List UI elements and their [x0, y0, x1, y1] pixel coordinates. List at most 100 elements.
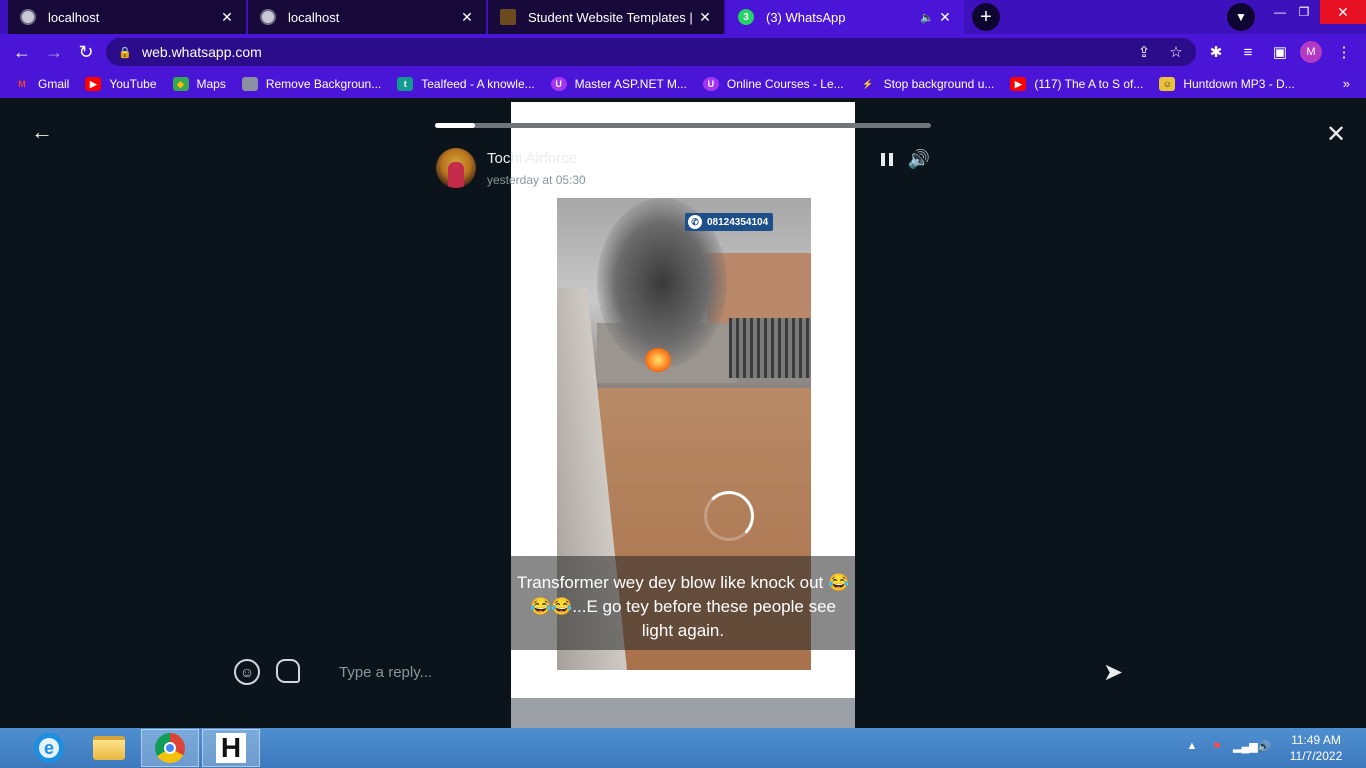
avatar[interactable] [436, 148, 476, 188]
fire-image [645, 348, 671, 372]
clock-date: 11/7/2022 [1289, 749, 1343, 763]
bookmark-label: Huntdown MP3 - D... [1183, 77, 1295, 91]
browser-tab[interactable]: localhost ✕ [8, 0, 246, 34]
globe-icon [260, 9, 276, 25]
youtube-icon: ▶ [85, 77, 102, 91]
media-control-icon[interactable]: ≡ [1234, 38, 1262, 66]
extensions-icon[interactable]: ✱ [1202, 38, 1230, 66]
youtube-icon: ▶ [1010, 77, 1027, 91]
window-close-button[interactable]: ✕ [1320, 0, 1366, 24]
tab-title: Student Website Templates | The [528, 9, 696, 25]
taskbar-internet-explorer[interactable]: e [20, 729, 78, 767]
taskbar-file-explorer[interactable] [80, 729, 138, 767]
reload-button[interactable]: ↻ [72, 38, 100, 66]
lock-icon[interactable]: 🔒 [118, 46, 134, 59]
close-icon[interactable]: ✕ [1322, 120, 1350, 148]
new-tab-button[interactable]: + [972, 3, 1000, 31]
bookmark-huntdown[interactable]: ☺ Huntdown MP3 - D... [1159, 77, 1295, 91]
forward-button[interactable]: → [40, 38, 68, 66]
taskbar-h-app[interactable]: H [202, 729, 260, 767]
folder-icon [93, 736, 125, 760]
chrome-menu-icon[interactable]: ⋮ [1330, 38, 1358, 66]
bookmark-gmail[interactable]: M Gmail [14, 77, 69, 91]
windows-taskbar: e H ▲ ⚑ ▂▄▆ 🔊 11:49 AM 11/7/2022 [0, 728, 1366, 768]
bookmarks-bar: M Gmail ▶ YouTube ◆ Maps Remove Backgroun..… [0, 70, 1366, 98]
sticker-icon[interactable] [276, 659, 300, 683]
browser-tab-active[interactable]: 3 (3) WhatsApp 🔈 ✕ [726, 0, 964, 34]
reply-bar: ☺ ➤ [0, 651, 1366, 693]
loading-spinner-icon [704, 491, 754, 541]
chrome-icon [155, 733, 185, 763]
tab-title: localhost [48, 9, 100, 25]
volume-tray-icon[interactable]: 🔊 [1256, 740, 1272, 753]
bookmark-master-aspnet[interactable]: U Master ASP.NET M... [550, 77, 687, 91]
reply-input[interactable] [330, 655, 1070, 689]
close-tab-icon[interactable]: ✕ [218, 9, 236, 26]
back-arrow-icon[interactable]: ← [30, 119, 54, 144]
browser-toolbar: ← → ↻ 🔒 web.whatsapp.com ⇪ ☆ ✱ ≡ ▣ M ⋮ [0, 34, 1366, 70]
address-bar[interactable]: 🔒 web.whatsapp.com ⇪ ☆ [106, 38, 1196, 66]
gmail-icon: M [18, 79, 26, 89]
pause-icon[interactable] [876, 148, 898, 170]
screen: localhost ✕ localhost ✕ Student Website … [0, 0, 1366, 768]
profile-avatar[interactable]: M [1300, 41, 1322, 63]
internet-explorer-icon: e [34, 733, 64, 763]
bookmark-label: Master ASP.NET M... [574, 77, 687, 91]
bookmark-maps[interactable]: ◆ Maps [172, 77, 226, 91]
close-tab-icon[interactable]: ✕ [696, 9, 714, 26]
huntdown-icon: ☺ [1159, 77, 1176, 91]
bookmark-label: (117) The A to S of... [1034, 77, 1144, 91]
action-center-icon[interactable]: ⚑ [1209, 740, 1225, 753]
browser-tab[interactable]: Student Website Templates | The ✕ [488, 0, 724, 34]
udemy-icon: U [550, 77, 567, 91]
bookmark-a-to-s[interactable]: ▶ (117) The A to S of... [1010, 77, 1143, 91]
bookmark-label: Gmail [38, 77, 70, 91]
watermark: ✆ 08124354104 [685, 213, 774, 231]
back-button[interactable]: ← [8, 38, 36, 66]
taskbar-chrome[interactable] [141, 729, 199, 767]
restore-button[interactable]: ❐ [1286, 0, 1322, 24]
tealfeed-icon: t [397, 77, 414, 91]
close-tab-icon[interactable]: ✕ [936, 9, 954, 26]
h-app-icon: H [216, 732, 246, 763]
bookmark-youtube[interactable]: ▶ YouTube [85, 77, 157, 91]
network-icon[interactable]: ▂▄▆ [1233, 740, 1258, 753]
whatsapp-icon: ✆ [688, 215, 702, 229]
close-tab-icon[interactable]: ✕ [458, 9, 476, 26]
bookmark-remove-background[interactable]: Remove Backgroun... [241, 77, 381, 91]
stop-icon: ⚡ [862, 78, 874, 89]
bookmark-label: YouTube [109, 77, 157, 91]
status-author[interactable]: Tochi Airforce [487, 150, 577, 167]
browser-tab-strip: localhost ✕ localhost ✕ Student Website … [0, 0, 1366, 34]
show-hidden-icons[interactable]: ▲ [1184, 740, 1200, 752]
share-icon[interactable]: ⇪ [1130, 38, 1158, 66]
bookmark-online-courses[interactable]: U Online Courses - Le... [702, 77, 844, 91]
unread-badge: 3 [743, 11, 749, 23]
send-icon[interactable]: ➤ [1098, 657, 1128, 687]
volume-icon[interactable]: 🔊 [906, 147, 932, 171]
status-caption: Transformer wey dey blow like knock out … [511, 556, 855, 650]
more-bookmarks-icon[interactable]: » [1343, 76, 1350, 91]
system-clock[interactable]: 11:49 AM 11/7/2022 [1280, 732, 1352, 764]
bookmark-tealfeed[interactable]: t Tealfeed - A knowle... [397, 77, 535, 91]
maps-icon: ◆ [172, 77, 189, 91]
status-timestamp: yesterday at 05:30 [487, 173, 586, 187]
side-panel-icon[interactable]: ▣ [1266, 38, 1294, 66]
udemy-icon: U [702, 77, 719, 91]
speaker-icon[interactable]: 🔈 [918, 11, 936, 24]
tab-search-button[interactable]: ▼ [1227, 3, 1255, 31]
globe-icon [20, 9, 36, 25]
bookmark-label: Maps [196, 77, 226, 91]
remove-bg-icon [241, 77, 258, 91]
bookmark-stop-background[interactable]: ⚡ Stop background u... [860, 77, 994, 91]
bookmark-label: Tealfeed - A knowle... [421, 77, 535, 91]
clock-time: 11:49 AM [1291, 733, 1341, 747]
bookmark-label: Online Courses - Le... [726, 77, 844, 91]
status-viewer: ← ✕ ✆ 08124354104 Tochi Airforce yesterda… [0, 98, 1366, 732]
url-text: web.whatsapp.com [142, 44, 262, 60]
emoji-icon[interactable]: ☺ [234, 659, 260, 685]
bookmark-star-icon[interactable]: ☆ [1162, 38, 1190, 66]
browser-tab[interactable]: localhost ✕ [248, 0, 486, 34]
tab-title: (3) WhatsApp [766, 9, 846, 25]
tab-title: localhost [288, 9, 340, 25]
